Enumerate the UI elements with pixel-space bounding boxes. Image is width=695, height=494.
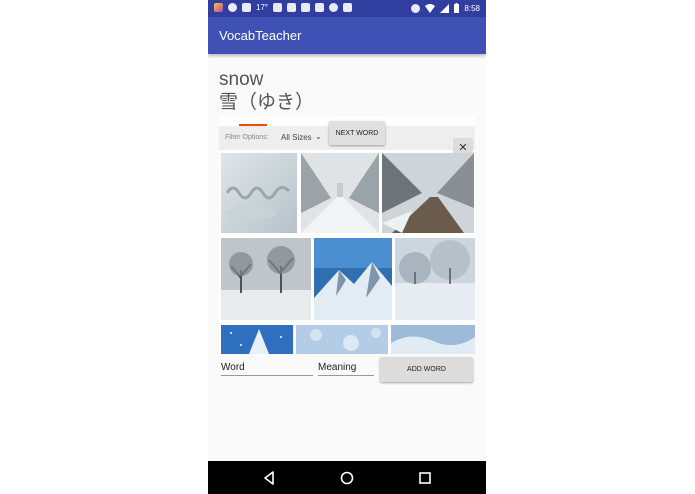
back-icon[interactable] xyxy=(260,469,278,487)
app-bar: VocabTeacher xyxy=(208,17,486,54)
image-icon xyxy=(242,3,251,12)
gmail-icon xyxy=(301,3,311,12)
temperature: 17° xyxy=(256,3,269,12)
wifi-icon xyxy=(425,3,436,13)
image-search-panel: Filter Options: All Sizes ⌄ ✕ NEXT WORD xyxy=(219,116,475,354)
phone-icon xyxy=(315,3,325,12)
android-icon xyxy=(329,3,339,12)
filter-size-select[interactable]: All Sizes xyxy=(281,133,312,142)
snowy-road-trees-image[interactable] xyxy=(301,153,379,233)
phone-screen: 17° 8:58 VocabTeacher snow 雪（ゆき） Filter … xyxy=(208,0,486,494)
snowy-lane-image[interactable] xyxy=(382,153,474,233)
gmail-icon xyxy=(273,3,283,12)
navigation-bar xyxy=(208,461,486,494)
meaning-field[interactable] xyxy=(318,359,374,376)
snow-bokeh-image[interactable] xyxy=(296,325,388,354)
snowy-tree-sky-image[interactable] xyxy=(221,325,293,354)
status-bar: 17° 8:58 xyxy=(208,0,486,17)
gmail-icon xyxy=(287,3,297,12)
recents-icon[interactable] xyxy=(416,469,434,487)
home-icon[interactable] xyxy=(338,469,356,487)
app-title: VocabTeacher xyxy=(219,28,302,43)
chevron-down-icon[interactable]: ⌄ xyxy=(315,132,322,141)
app-icon xyxy=(214,3,223,12)
clock: 8:58 xyxy=(464,3,480,13)
snow-writing-image[interactable] xyxy=(221,153,297,233)
alarm-icon xyxy=(411,3,421,13)
next-word-button[interactable]: NEXT WORD xyxy=(329,121,385,145)
vocab-reading: 雪（ゆき） xyxy=(219,92,315,113)
battery-icon xyxy=(454,3,460,13)
inbox-icon xyxy=(343,3,353,12)
snowy-trees-field-image[interactable] xyxy=(221,238,311,320)
notification-icons: 17° xyxy=(214,3,353,12)
word-field[interactable] xyxy=(221,359,313,376)
vocab-word: snow xyxy=(219,69,264,90)
snow-waves-image[interactable] xyxy=(391,325,475,354)
add-word-button[interactable]: ADD WORD xyxy=(380,357,473,382)
snowy-mountains-image[interactable] xyxy=(314,238,392,320)
signal-icon xyxy=(440,3,450,13)
filter-label: Filter Options: xyxy=(225,134,269,141)
chat-icon xyxy=(228,3,237,12)
system-icons: 8:58 xyxy=(411,3,480,13)
frosted-trees-image[interactable] xyxy=(395,238,475,320)
